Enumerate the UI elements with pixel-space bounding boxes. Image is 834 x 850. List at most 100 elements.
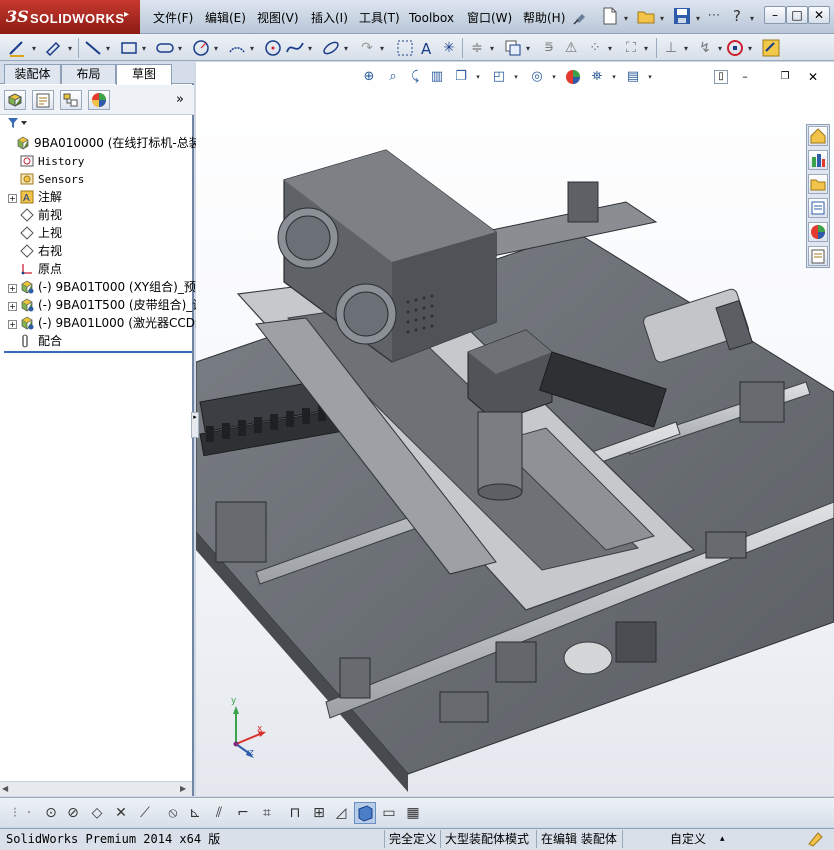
menu-edit[interactable]: 编辑(E) <box>202 8 249 28</box>
display-style-dropdown-icon[interactable]: ▾ <box>550 73 558 83</box>
new-document-icon[interactable] <box>600 6 620 26</box>
vertical-snap-icon[interactable]: ⌗ <box>256 802 278 824</box>
point-icon[interactable]: ✳ <box>438 37 460 59</box>
open-dropdown-icon[interactable]: ▾ <box>658 14 666 24</box>
rectangle-dropdown-icon[interactable]: ▾ <box>140 44 148 54</box>
pattern-dropdown-icon[interactable]: ▾ <box>606 44 614 54</box>
tab-sketch[interactable]: 草图 <box>116 64 172 85</box>
relations-dropdown-icon[interactable]: ▾ <box>682 44 690 54</box>
circle-dropdown-icon[interactable]: ▾ <box>212 44 220 54</box>
fillet-icon[interactable]: ↷ <box>356 37 378 59</box>
fillet-dropdown-icon[interactable]: ▾ <box>378 44 386 54</box>
repair-sketch-icon[interactable]: ↯ <box>694 37 716 59</box>
menu-insert[interactable]: 插入(I) <box>308 8 351 28</box>
menu-tools[interactable]: 工具(T) <box>356 8 403 28</box>
ellipse-icon[interactable] <box>320 37 342 59</box>
zoom-to-area-icon[interactable]: ⌕ <box>384 68 402 86</box>
arc-dropdown-icon[interactable]: ▾ <box>248 44 256 54</box>
sketch-dropdown-icon[interactable]: ▾ <box>30 44 38 54</box>
tree-item[interactable]: History <box>4 152 192 170</box>
slot-icon[interactable] <box>154 37 176 59</box>
convert-dropdown-icon[interactable]: ▾ <box>524 44 532 54</box>
instant2d-icon[interactable] <box>760 37 782 59</box>
display-relations-icon[interactable]: ⊥ <box>660 37 682 59</box>
custom-properties-icon[interactable] <box>808 246 828 266</box>
help-dropdown-icon[interactable]: ▾ <box>748 14 756 24</box>
menu-toolbox[interactable]: Toolbox <box>406 8 457 28</box>
move-dropdown-icon[interactable]: ▾ <box>642 44 650 54</box>
viewport-minimize-icon[interactable]: – <box>738 70 752 84</box>
point-snap-icon[interactable]: · <box>18 802 40 824</box>
circle-icon[interactable] <box>190 37 212 59</box>
menu-file[interactable]: 文件(F) <box>150 8 196 28</box>
polygon-icon[interactable] <box>262 37 284 59</box>
solidworks-resources-icon[interactable] <box>808 126 828 146</box>
angle-snap-icon[interactable]: ⊓ <box>284 802 306 824</box>
save-dropdown-icon[interactable]: ▾ <box>694 14 702 24</box>
scroll-right-icon[interactable]: ▶ <box>180 784 190 794</box>
filter-icon[interactable] <box>6 116 36 130</box>
construction-geometry-icon[interactable] <box>394 37 416 59</box>
dynamic-annotation-icon[interactable]: ❐ <box>452 68 470 86</box>
slot-dropdown-icon[interactable]: ▾ <box>176 44 184 54</box>
solidworks-logo[interactable]: 3S SOLIDWORKS ▸ <box>0 0 140 34</box>
viewport-restore-icon[interactable]: ❐ <box>778 70 792 84</box>
tree-item[interactable]: 9BA010000 (在线打标机-总装图) <box>4 134 217 152</box>
expand-panel-icon[interactable]: » <box>176 92 188 108</box>
parallel-snap-icon[interactable]: ⫽ <box>208 802 230 824</box>
menu-view[interactable]: 视图(V) <box>254 8 302 28</box>
offset-entities-icon[interactable]: ⋾ <box>538 37 560 59</box>
rapid-sketch-icon[interactable] <box>724 37 746 59</box>
tree-item[interactable]: 配合 <box>4 332 192 350</box>
spline-icon[interactable] <box>284 37 306 59</box>
menu-window[interactable]: 窗口(W) <box>464 8 515 28</box>
rollback-bar[interactable] <box>4 351 192 353</box>
previous-view-icon[interactable]: ⤹ <box>406 68 424 86</box>
rapid-dropdown-icon[interactable]: ▾ <box>746 44 754 54</box>
tree-item[interactable]: 原点 <box>4 260 192 278</box>
appearances-icon[interactable] <box>808 222 828 242</box>
scroll-left-icon[interactable]: ◀ <box>2 784 12 794</box>
tree-item[interactable]: Sensors <box>4 170 192 188</box>
save-icon[interactable] <box>672 6 692 26</box>
featuremanager-tree-icon[interactable] <box>4 90 26 110</box>
sketch-table-icon[interactable]: ▦ <box>402 802 424 824</box>
design-library-icon[interactable] <box>808 150 828 170</box>
tree-item[interactable]: + A 注解 <box>4 188 192 206</box>
line-icon[interactable] <box>82 37 104 59</box>
section-view-icon[interactable]: ▥ <box>428 68 446 86</box>
status-units[interactable]: 自定义 <box>666 830 710 848</box>
assembly-model[interactable] <box>195 62 834 796</box>
property-manager-icon[interactable] <box>32 90 54 110</box>
ellipse-dropdown-icon[interactable]: ▾ <box>342 44 350 54</box>
mirror-entities-icon[interactable]: ⚠ <box>560 37 582 59</box>
smart-dimension-icon[interactable] <box>42 37 64 59</box>
quick-tips-icon[interactable] <box>806 830 824 848</box>
pushpin-icon[interactable] <box>572 8 590 26</box>
tree-item[interactable]: + (-) 9BA01T500 (皮带组合)_试 <box>4 296 204 314</box>
horizontal-scrollbar[interactable]: ◀ ▶ <box>0 781 192 796</box>
viewport-close-icon[interactable]: ✕ <box>806 70 820 84</box>
close-button[interactable]: ✕ <box>808 6 830 24</box>
repair-dropdown-icon[interactable]: ▾ <box>716 44 724 54</box>
dimension-dropdown-icon[interactable]: ▾ <box>66 44 74 54</box>
tree-item[interactable]: 上视 <box>4 224 192 242</box>
apply-scene-icon[interactable]: ⛯ <box>588 68 606 86</box>
quadrant-snap-icon[interactable]: ◇ <box>86 802 108 824</box>
length-snap-icon[interactable]: ◿ <box>330 802 352 824</box>
display-manager-icon[interactable] <box>88 90 110 110</box>
tab-layout[interactable]: 布局 <box>61 64 116 84</box>
expand-toggle-icon[interactable]: + <box>8 320 17 329</box>
perpendicular-snap-icon[interactable]: ⊾ <box>184 802 206 824</box>
tree-item[interactable]: 右视 <box>4 242 192 260</box>
view-settings-icon[interactable]: ▤ <box>624 68 642 86</box>
trim-dropdown-icon[interactable]: ▾ <box>488 44 496 54</box>
expand-toggle-icon[interactable]: + <box>8 194 17 203</box>
minimize-button[interactable]: – <box>764 6 786 24</box>
view-orientation-icon[interactable]: ◰ <box>490 68 508 86</box>
expand-toggle-icon[interactable]: + <box>8 284 17 293</box>
tab-assembly[interactable]: 装配体 <box>4 64 61 84</box>
tree-item[interactable]: 前视 <box>4 206 192 224</box>
zoom-to-fit-icon[interactable]: ⊕ <box>360 68 378 86</box>
arc-icon[interactable] <box>226 37 248 59</box>
